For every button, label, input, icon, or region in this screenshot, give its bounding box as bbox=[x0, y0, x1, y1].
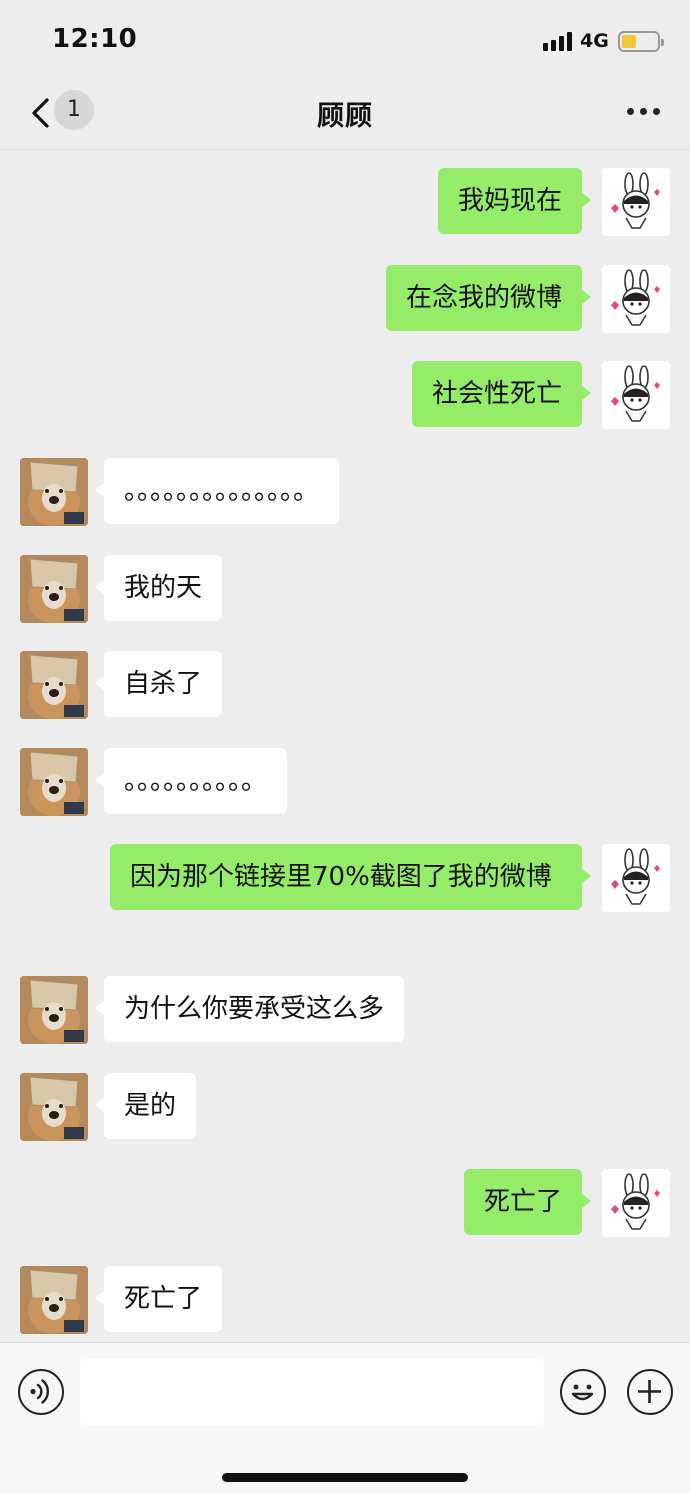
dog-avatar-icon bbox=[20, 1073, 88, 1141]
message-bubble[interactable]: 在念我的微博 bbox=[385, 265, 592, 331]
plus-icon[interactable] bbox=[627, 1369, 673, 1415]
emoji-icon[interactable] bbox=[560, 1369, 606, 1415]
message-bubble[interactable]: 社会性死亡 bbox=[411, 361, 592, 427]
contact-avatar[interactable] bbox=[20, 1073, 88, 1141]
input-bar bbox=[0, 1342, 690, 1493]
status-bar: 12:10 4G bbox=[0, 0, 690, 80]
message-bubble[interactable]: 因为那个链接里70%截图了我的微博 bbox=[110, 844, 591, 910]
my-avatar[interactable] bbox=[602, 361, 670, 429]
dog-avatar-icon bbox=[20, 555, 88, 623]
message-list[interactable]: 我妈现在 在念我的微博 社会性死亡 。。。。。。。。。。。。。。 我的天 自杀了 bbox=[0, 150, 690, 1342]
cellular-signal-icon bbox=[543, 31, 573, 51]
message-bubble[interactable]: 死亡了 bbox=[94, 1266, 223, 1332]
chat-header: 1 顾顾 bbox=[0, 80, 690, 150]
contact-avatar[interactable] bbox=[20, 748, 88, 816]
message-bubble[interactable]: 我的天 bbox=[94, 555, 223, 621]
message-input[interactable] bbox=[80, 1359, 544, 1425]
bunny-avatar-icon bbox=[602, 1169, 670, 1237]
message-bubble[interactable]: 我妈现在 bbox=[437, 168, 592, 234]
message-bubble[interactable]: 。。。。。。。。。。 bbox=[94, 748, 288, 814]
contact-avatar[interactable] bbox=[20, 1266, 88, 1334]
chat-title: 顾顾 bbox=[317, 101, 373, 132]
my-avatar[interactable] bbox=[602, 1169, 670, 1237]
dog-avatar-icon bbox=[20, 748, 88, 816]
dog-avatar-icon bbox=[20, 1266, 88, 1334]
dog-avatar-icon bbox=[20, 976, 88, 1044]
contact-avatar[interactable] bbox=[20, 651, 88, 719]
my-avatar[interactable] bbox=[602, 265, 670, 333]
dog-avatar-icon bbox=[20, 458, 88, 526]
network-type: 4G bbox=[580, 30, 609, 52]
my-avatar[interactable] bbox=[602, 844, 670, 912]
bunny-avatar-icon bbox=[602, 168, 670, 236]
bunny-avatar-icon bbox=[602, 361, 670, 429]
voice-icon[interactable] bbox=[18, 1369, 64, 1415]
contact-avatar[interactable] bbox=[20, 555, 88, 623]
message-bubble[interactable]: 。。。。。。。。。。。。。。 bbox=[94, 458, 340, 524]
message-bubble[interactable]: 自杀了 bbox=[94, 651, 223, 717]
message-bubble[interactable]: 死亡了 bbox=[463, 1169, 592, 1235]
bunny-avatar-icon bbox=[602, 844, 670, 912]
contact-avatar[interactable] bbox=[20, 976, 88, 1044]
bunny-avatar-icon bbox=[602, 265, 670, 333]
message-bubble[interactable]: 是的 bbox=[94, 1073, 197, 1139]
ellipsis-icon[interactable] bbox=[627, 108, 661, 116]
status-time: 12:10 bbox=[52, 24, 138, 54]
contact-avatar[interactable] bbox=[20, 458, 88, 526]
my-avatar[interactable] bbox=[602, 168, 670, 236]
home-indicator[interactable] bbox=[222, 1473, 468, 1482]
battery-icon bbox=[618, 31, 664, 52]
message-bubble[interactable]: 为什么你要承受这么多 bbox=[94, 976, 405, 1042]
dog-avatar-icon bbox=[20, 651, 88, 719]
